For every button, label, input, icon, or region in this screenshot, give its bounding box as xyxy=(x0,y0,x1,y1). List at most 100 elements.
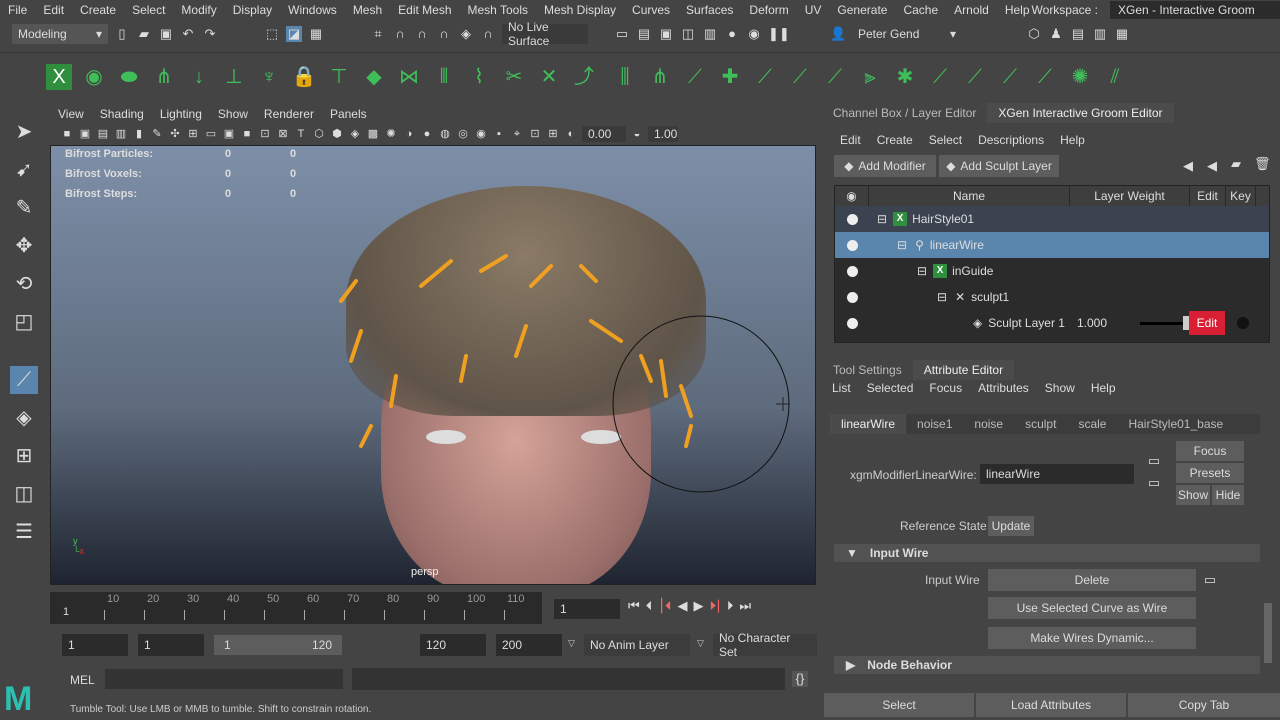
frame-selected-icon[interactable]: ⊞ xyxy=(546,126,560,142)
add-guide-icon[interactable]: ↓ xyxy=(186,64,212,90)
smooth-shade-icon[interactable]: ⬢ xyxy=(330,126,344,142)
modeling-toolkit-icon[interactable]: ⬡ xyxy=(1026,26,1042,42)
playback-end-field[interactable]: 120 xyxy=(420,634,486,656)
visibility-toggle[interactable] xyxy=(847,239,858,251)
groom-smooth-icon[interactable]: ⟋ xyxy=(822,64,848,90)
menu-mesh-display[interactable]: Mesh Display xyxy=(536,3,624,17)
command-line-input[interactable] xyxy=(105,669,343,689)
ipr-icon[interactable]: ◫ xyxy=(680,26,696,42)
guide-length-icon[interactable]: ⊤ xyxy=(326,64,352,90)
groom-part-icon[interactable]: ⟋ xyxy=(927,64,953,90)
node-tab-noise[interactable]: noise xyxy=(963,414,1014,434)
move-up-icon[interactable]: ◀ xyxy=(1180,158,1196,174)
ae-menu-help[interactable]: Help xyxy=(1083,381,1124,395)
make-wires-dynamic-button[interactable]: Make Wires Dynamic... xyxy=(988,627,1196,649)
motion-blur-icon[interactable]: ◍ xyxy=(438,126,452,142)
snap-curve-icon[interactable]: ∩ xyxy=(392,26,408,42)
ae-menu-selected[interactable]: Selected xyxy=(859,381,922,395)
new-folder-icon[interactable]: ▰ xyxy=(1228,156,1244,172)
user-account-dropdown[interactable]: Peter Gend ▾ xyxy=(852,24,962,44)
grid-icon[interactable]: ⊞ xyxy=(186,126,200,142)
delete-guide-icon[interactable]: ✕ xyxy=(536,64,562,90)
menu-file[interactable]: File xyxy=(0,3,35,17)
place-guides-icon[interactable]: ⋔ xyxy=(151,64,177,90)
open-scene-icon[interactable]: ▰ xyxy=(136,26,152,42)
groom-noise-icon[interactable]: ✱ xyxy=(892,64,918,90)
menu-uv[interactable]: UV xyxy=(797,3,830,17)
lock-guide-icon[interactable]: 🔒 xyxy=(291,64,317,90)
go-to-start-icon[interactable]: ⏮ xyxy=(628,598,640,614)
rotate-tool-icon[interactable]: ⟲ xyxy=(10,270,38,298)
render-settings-icon[interactable]: ▥ xyxy=(702,26,718,42)
animation-start-field[interactable]: 1 xyxy=(62,634,128,656)
menu-cache[interactable]: Cache xyxy=(895,3,946,17)
3d-viewport[interactable]: Bifrost Particles: 0 0 Bifrost Voxels: 0 0 B… xyxy=(50,145,816,585)
collapse-icon[interactable]: ⊟ xyxy=(937,290,947,304)
cut-icon[interactable]: ✂ xyxy=(501,64,527,90)
groom-menu-edit[interactable]: Edit xyxy=(832,133,869,147)
bend-guide-icon[interactable]: ⋈ xyxy=(396,64,422,90)
load-attributes-button[interactable]: Load Attributes xyxy=(976,693,1126,717)
frame-all-icon[interactable]: ⊡ xyxy=(528,126,542,142)
play-forwards-icon[interactable]: ▶ xyxy=(693,598,703,614)
two-view-icon[interactable]: ◫ xyxy=(10,480,38,508)
layer-weight-field[interactable]: 1.000 xyxy=(1071,314,1131,332)
isolate-select-icon[interactable]: ◉ xyxy=(474,126,488,142)
menu-display[interactable]: Display xyxy=(225,3,280,17)
node-name-field[interactable]: linearWire xyxy=(980,464,1134,484)
node-behavior-section-header[interactable]: ▶ Node Behavior xyxy=(834,656,1260,674)
render-view-icon[interactable]: ▤ xyxy=(636,26,652,42)
use-selected-curve-button[interactable]: Use Selected Curve as Wire xyxy=(988,597,1196,619)
anim-layer-dropdown[interactable]: No Anim Layer xyxy=(584,634,690,656)
wireframe-on-shaded-icon[interactable]: ◈ xyxy=(348,126,362,142)
select-tool-icon[interactable]: ➤ xyxy=(10,118,38,146)
step-forward-frame-icon[interactable]: ⏵ xyxy=(727,598,734,614)
tree-row-hairstyle01[interactable]: ⊟ X HairStyle01 xyxy=(835,206,1269,232)
vp-menu-show[interactable]: Show xyxy=(210,107,256,121)
render-icon[interactable]: ▣ xyxy=(658,26,674,42)
character-set-dropdown[interactable]: No Character Set xyxy=(713,631,817,659)
snap-surface-icon[interactable]: ◈ xyxy=(458,26,474,42)
comb-icon[interactable]: ⫴ xyxy=(431,64,457,90)
step-back-key-icon[interactable]: ⎮⏴ xyxy=(658,598,671,614)
ae-scrollbar[interactable] xyxy=(1264,603,1272,663)
menu-arnold[interactable]: Arnold xyxy=(946,3,997,17)
focus-button[interactable]: Focus xyxy=(1176,441,1244,461)
hide-button[interactable]: Hide xyxy=(1212,485,1244,505)
groom-menu-create[interactable]: Create xyxy=(869,133,921,147)
camera-attr-icon[interactable]: ▣ xyxy=(78,126,92,142)
show-button[interactable]: Show xyxy=(1176,485,1210,505)
animation-end-field[interactable]: 200 xyxy=(496,634,562,656)
groom-menu-descriptions[interactable]: Descriptions xyxy=(970,133,1052,147)
groom-comb-icon[interactable]: ⟋ xyxy=(682,64,708,90)
menu-generate[interactable]: Generate xyxy=(829,3,895,17)
col-edit[interactable]: Edit xyxy=(1190,186,1226,206)
single-view-icon[interactable]: ◈ xyxy=(10,404,38,432)
col-name[interactable]: Name xyxy=(869,186,1070,206)
current-frame-field[interactable]: 1 xyxy=(554,599,620,619)
shadows-icon[interactable]: ◑ xyxy=(402,126,416,142)
bookmark2-icon[interactable]: ▮ xyxy=(132,126,146,142)
field-chart-icon[interactable]: ⊡ xyxy=(258,126,272,142)
col-layer-weight[interactable]: Layer Weight xyxy=(1070,186,1190,206)
sculpt-guides-icon[interactable]: ⊥ xyxy=(221,64,247,90)
xray-icon[interactable]: ▪ xyxy=(492,126,506,142)
visibility-toggle[interactable] xyxy=(847,317,858,329)
groom-grass-icon[interactable]: ⫼ xyxy=(612,64,638,90)
menu-deform[interactable]: Deform xyxy=(741,3,796,17)
grease-pencil-icon[interactable]: ✎ xyxy=(150,126,164,142)
groom-clump-icon[interactable]: ⫸ xyxy=(857,64,883,90)
menu-curves[interactable]: Curves xyxy=(624,3,678,17)
scale-tool-icon[interactable]: ◰ xyxy=(10,308,38,336)
2d-pan-icon[interactable]: ✣ xyxy=(168,126,182,142)
collapse-icon[interactable]: ⊟ xyxy=(897,238,907,252)
guide-icon[interactable]: ♆ xyxy=(256,64,282,90)
mode-dropdown[interactable]: Modeling ▾ xyxy=(12,24,108,44)
menu-create[interactable]: Create xyxy=(72,3,124,17)
anti-alias-icon[interactable]: ◎ xyxy=(456,126,470,142)
camera-select-icon[interactable]: ■ xyxy=(60,126,74,142)
groom-cut-icon[interactable]: ⟋ xyxy=(787,64,813,90)
image-plane-icon[interactable]: ▥ xyxy=(114,126,128,142)
tool-settings-icon[interactable]: ▥ xyxy=(1092,26,1108,42)
visibility-toggle[interactable] xyxy=(847,213,858,225)
